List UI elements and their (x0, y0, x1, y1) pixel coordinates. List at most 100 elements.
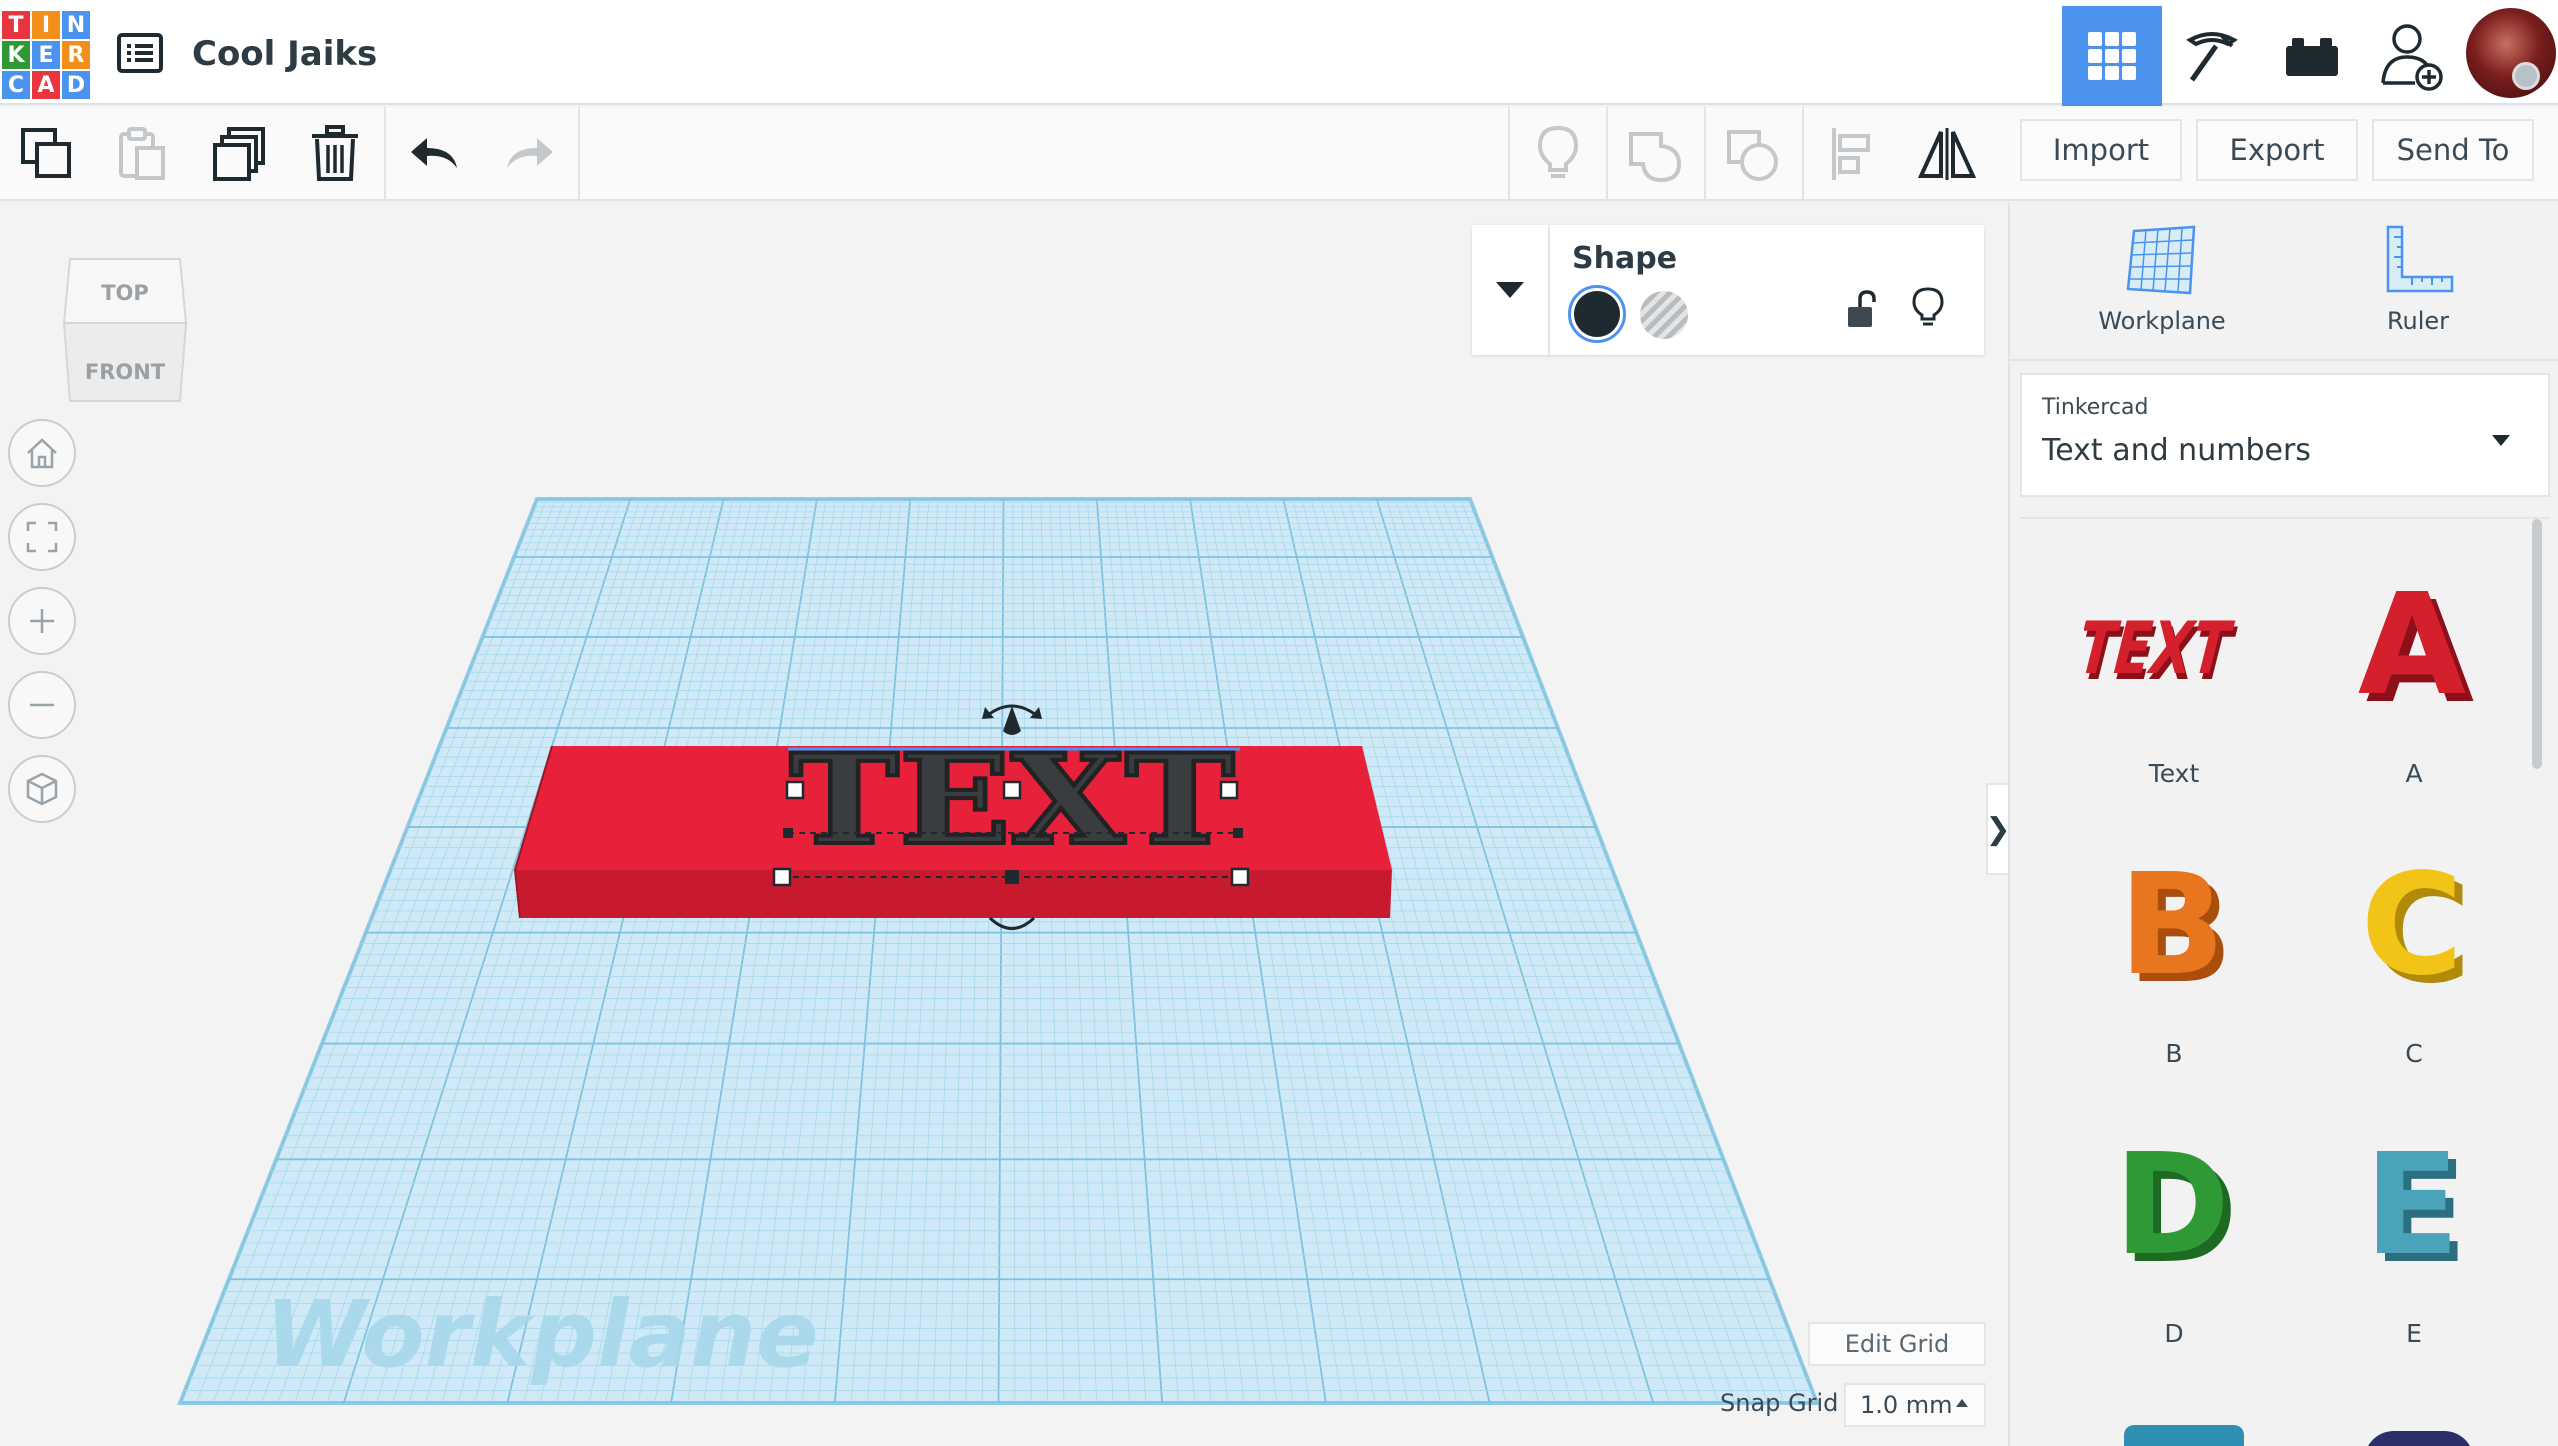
home-view-button[interactable] (8, 419, 76, 487)
edit-grid-button[interactable]: Edit Grid (1808, 1322, 1986, 1366)
copy-icon (21, 128, 71, 178)
letter-e-icon: E E (2364, 1124, 2468, 1289)
group-icon (1629, 132, 1682, 182)
project-title[interactable]: Cool Jaiks (192, 34, 377, 74)
minecraft-pickaxe-button[interactable] (2162, 6, 2262, 106)
workplane-tool[interactable]: Workplane (2072, 223, 2252, 353)
workplane-scene[interactable]: Workplane TEXT (0, 203, 2008, 1446)
duplicate-icon (213, 127, 265, 181)
view-cube-front-label: FRONT (85, 360, 166, 384)
tinkercad-logo[interactable]: T I N K E R C A D (2, 11, 92, 101)
workplane-icon (2126, 225, 2196, 295)
panel-divider (2010, 359, 2558, 361)
library-source: Tinkercad (2042, 395, 2149, 420)
ruler-tool[interactable]: Ruler (2328, 223, 2508, 353)
plus-icon (30, 609, 54, 633)
letter-a-icon: A A (2358, 564, 2474, 729)
perspective-toggle-button[interactable] (8, 755, 76, 823)
align-icon (1832, 128, 1870, 180)
shape-letter-b[interactable]: B B B (2064, 839, 2284, 1099)
unlock-icon[interactable] (1846, 289, 1876, 329)
library-name: Text and numbers (2042, 433, 2311, 468)
workplane-tool-label: Workplane (2098, 307, 2226, 335)
chevron-down-icon (1496, 282, 1524, 298)
undo-icon (411, 138, 457, 168)
toolbar-divider (1704, 107, 1706, 201)
duplicate-button[interactable] (205, 119, 275, 189)
chevron-down-icon (2492, 435, 2510, 446)
inspector-collapse-button[interactable] (1472, 225, 1550, 355)
shapes-panel: Workplane Ruler Tinkercad Text and numbe… (2008, 203, 2558, 1446)
3d-viewport[interactable]: Workplane TEXT TOP FRONT Shape Edit Grid… (0, 203, 2008, 1446)
caret-up-icon (1956, 1399, 1968, 1407)
shape-letter-e[interactable]: E E E (2304, 1119, 2524, 1379)
grid-icon (2088, 32, 2136, 80)
zoom-out-button[interactable] (8, 671, 76, 739)
svg-text:TEXT: TEXT (2084, 607, 2239, 691)
home-icon (27, 438, 57, 469)
ungroup-icon (1727, 130, 1778, 181)
delete-button[interactable] (300, 119, 370, 189)
snap-grid-value: 1.0 mm (1860, 1391, 1953, 1419)
snap-grid-select[interactable]: 1.0 mm (1844, 1383, 1986, 1427)
minus-icon (30, 703, 54, 707)
export-button[interactable]: Export (2196, 119, 2358, 181)
copy-button[interactable] (12, 119, 82, 189)
logo-letter: I (32, 11, 60, 39)
solid-color-swatch[interactable] (1568, 285, 1626, 343)
shape-text[interactable]: TEXT TEXT Text (2064, 559, 2284, 819)
shape-library-dropdown[interactable]: Tinkercad Text and numbers (2020, 373, 2550, 497)
panel-collapse-tab[interactable]: ❯ (1985, 783, 2008, 875)
brick-icon (2286, 38, 2338, 76)
red-box-front (515, 870, 1392, 918)
workplane-watermark: Workplane (265, 1281, 819, 1388)
logo-letter: C (2, 71, 30, 99)
view-cube[interactable]: TOP FRONT (60, 251, 190, 409)
user-avatar[interactable] (2466, 8, 2556, 98)
edit-toolbar (0, 107, 2008, 201)
add-user-button[interactable] (2362, 6, 2462, 106)
undo-button[interactable] (400, 119, 470, 189)
shape-letter-a[interactable]: A A A (2304, 559, 2524, 819)
3d-design-view-button[interactable] (2062, 6, 2162, 106)
trash-icon (312, 125, 358, 181)
redo-button[interactable] (494, 119, 564, 189)
shape-label: A (2405, 759, 2423, 788)
ungroup-button[interactable] (1719, 119, 1789, 189)
group-button[interactable] (1621, 119, 1691, 189)
hole-swatch[interactable] (1640, 291, 1688, 339)
svg-text:B: B (2119, 844, 2226, 1007)
svg-text:E: E (2364, 1124, 2460, 1287)
show-all-button[interactable] (1523, 119, 1593, 189)
fit-icon (26, 521, 58, 553)
shape-inspector: Shape (1472, 225, 1984, 355)
shape-letter-c[interactable]: C C C (2304, 839, 2524, 1099)
shape-letter-d[interactable]: D D D (2064, 1119, 2284, 1379)
logo-letter: D (62, 71, 90, 99)
shape-partial[interactable] (2364, 1431, 2474, 1446)
view-cube-top-label: TOP (101, 281, 149, 305)
logo-letter: E (32, 41, 60, 69)
zoom-in-button[interactable] (8, 587, 76, 655)
pickaxe-icon (2186, 32, 2238, 82)
align-button[interactable] (1817, 119, 1887, 189)
toolbar-divider (578, 107, 580, 201)
send-to-button[interactable]: Send To (2372, 119, 2534, 181)
bricks-view-button[interactable] (2262, 6, 2362, 106)
shape-label: Text (2148, 759, 2200, 788)
panel-scrollbar[interactable] (2532, 519, 2542, 769)
lightbulb-icon[interactable] (1912, 287, 1944, 329)
text-shape-icon: TEXT TEXT (2084, 607, 2242, 697)
ruler-tool-label: Ruler (2386, 307, 2450, 335)
design-list-icon[interactable] (117, 33, 165, 73)
import-button[interactable]: Import (2020, 119, 2182, 181)
ruler-icon (2386, 225, 2454, 293)
paste-button[interactable] (108, 119, 178, 189)
shape-label: C (2405, 1039, 2423, 1068)
logo-letter: A (32, 71, 60, 99)
shape-label: D (2164, 1319, 2184, 1348)
fit-view-button[interactable] (8, 503, 76, 571)
mirror-button[interactable] (1912, 119, 1982, 189)
letter-b-icon: B B (2119, 844, 2234, 1009)
shape-partial[interactable] (2124, 1425, 2244, 1446)
